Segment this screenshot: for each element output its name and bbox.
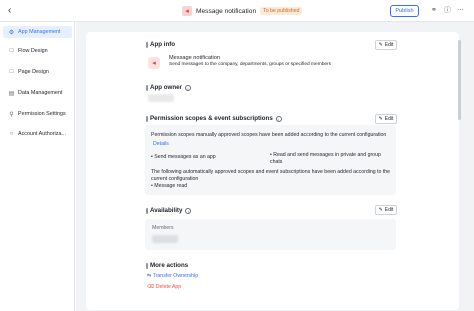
section-marker [146, 116, 148, 122]
edit-label: Edit [384, 116, 394, 122]
key-icon: ⚲ [9, 111, 14, 118]
scrollbar[interactable] [458, 40, 461, 120]
app-name: Message notification [169, 55, 220, 61]
auto-scopes-text: The following automatically approved sco… [151, 169, 391, 182]
section-marker [146, 208, 148, 214]
transfer-ownership-link[interactable]: ⇆ Transfer Ownership [147, 273, 198, 279]
section-marker [146, 263, 148, 269]
app-title-area: ◂ Message notification To be published [182, 5, 303, 17]
section-marker [146, 42, 148, 48]
sidebar-item-account-authorization[interactable]: ○ Account Authoriza... [3, 128, 72, 140]
scope-item: • Send messages as an app [151, 154, 216, 160]
edit-permissions-button[interactable]: ✎ Edit [375, 114, 397, 124]
sidebar-item-label: Data Management [18, 90, 63, 96]
scope-label: Read and send messages in private and gr… [270, 152, 381, 165]
sidebar-item-label: Page Design [18, 69, 49, 75]
info-icon[interactable]: i [275, 115, 282, 122]
pencil-icon: ✎ [378, 42, 383, 48]
section-title-availability: Availability i [150, 207, 192, 214]
sidebar-item-label: Account Authoriza... [18, 131, 66, 137]
sidebar: ⚙ App Management □ Flow Design □ Page De… [0, 22, 75, 311]
delete-label: Delete App [155, 284, 182, 290]
megaphone-icon: ◂ [182, 6, 192, 16]
section-marker [146, 85, 148, 91]
sidebar-item-app-management[interactable]: ⚙ App Management [3, 26, 72, 38]
info-icon[interactable]: i [184, 84, 191, 91]
gear-icon: ⚙ [8, 29, 15, 36]
publish-button[interactable]: Publish [390, 5, 419, 17]
scope-item: • Message read [151, 183, 188, 189]
sidebar-item-label: Permission Settings [18, 111, 66, 117]
section-title-app-owner: App owner i [150, 84, 191, 91]
status-badge: To be published [260, 7, 303, 15]
section-title-permissions: Permission scopes & event subscriptions … [150, 115, 282, 122]
section-title-text: Availability [150, 207, 183, 214]
scope-item: • Read and send messages in private and … [270, 152, 381, 165]
pencil-icon: ✎ [378, 116, 383, 122]
info-icon[interactable]: i [185, 207, 192, 214]
more-icon[interactable]: ⋯ [457, 6, 464, 16]
app-description: Send messages to the company, department… [169, 62, 332, 67]
members-label: Members [152, 225, 174, 231]
sidebar-item-page-design[interactable]: □ Page Design [3, 66, 72, 78]
sidebar-item-label: App Management [18, 29, 61, 35]
scope-label: Send messages as an app [154, 154, 216, 160]
transfer-icon: ⇆ [147, 273, 152, 279]
chevron-left-icon[interactable]: ‹ [8, 5, 11, 17]
sidebar-item-data-management[interactable]: ▤ Data Management [3, 87, 72, 99]
availability-panel [145, 219, 396, 250]
sidebar-item-permission-settings[interactable]: ⚲ Permission Settings [3, 108, 72, 120]
edit-label: Edit [384, 42, 394, 48]
top-bar: ‹ ◂ Message notification To be published… [0, 0, 474, 22]
scope-label: Message read [154, 183, 188, 189]
section-title-text: App owner [150, 84, 182, 91]
database-icon: ▤ [8, 90, 15, 97]
section-title-more-actions: More actions [150, 262, 189, 269]
page-icon: □ [9, 48, 14, 54]
user-icon: ○ [9, 131, 14, 137]
details-link[interactable]: Details [153, 141, 169, 147]
delete-app-link[interactable]: ⌫ Delete App [147, 284, 181, 290]
transfer-label: Transfer Ownership [152, 273, 199, 279]
section-title-text: Permission scopes & event subscriptions [150, 115, 273, 122]
page-icon: □ [9, 69, 14, 75]
edit-availability-button[interactable]: ✎ Edit [375, 205, 397, 215]
pencil-icon: ✎ [378, 207, 383, 213]
edit-app-info-button[interactable]: ✎ Edit [375, 40, 397, 50]
sidebar-item-label: Flow Design [18, 48, 48, 54]
sidebar-item-flow-design[interactable]: □ Flow Design [3, 45, 72, 57]
app-title: Message notification [196, 7, 257, 15]
owner-avatar-redacted [148, 94, 174, 102]
section-title-app-info: App info [150, 41, 176, 48]
help-icon[interactable]: ⓘ [444, 6, 451, 16]
megaphone-icon: ◂ [148, 57, 160, 69]
members-redacted [152, 235, 178, 243]
edit-label: Edit [384, 207, 394, 213]
trash-icon: ⌫ [147, 284, 155, 290]
manual-scopes-text: Permission scopes manually approved scop… [151, 132, 387, 138]
headset-icon[interactable]: ⚭ [431, 6, 437, 16]
